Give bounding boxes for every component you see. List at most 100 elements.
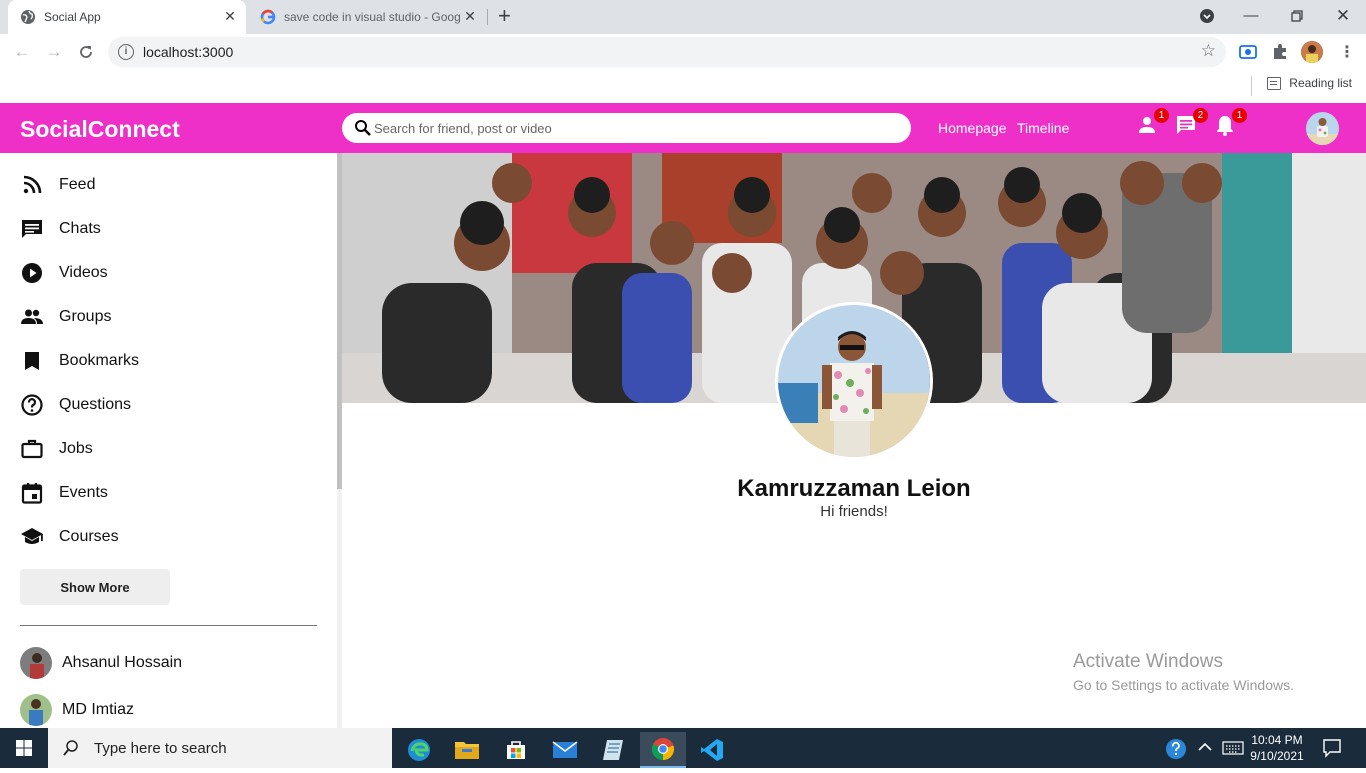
sidebar-item-events[interactable]: Events xyxy=(20,479,108,507)
briefcase-icon xyxy=(21,439,43,459)
tab-title: Social App xyxy=(44,10,101,24)
vscode-app-icon[interactable] xyxy=(689,732,735,768)
search-icon xyxy=(63,740,78,756)
rss-feed-icon xyxy=(23,175,42,194)
sidebar-item-courses[interactable]: Courses xyxy=(20,523,119,551)
sidebar-item-videos[interactable]: Videos xyxy=(20,259,108,287)
tab-title: save code in visual studio - Goog xyxy=(284,10,460,24)
reading-list-icon xyxy=(1267,76,1282,90)
tab-google-search[interactable]: save code in visual studio - Goog ✕ xyxy=(250,0,486,34)
app-logo[interactable]: SocialConnect xyxy=(20,116,180,143)
tab-search-button[interactable] xyxy=(1193,4,1221,28)
bookmark-divider xyxy=(1251,76,1252,96)
sidebar-item-groups[interactable]: Groups xyxy=(20,303,111,331)
show-hidden-icons[interactable] xyxy=(1198,740,1212,755)
clock-time: 10:04 PM xyxy=(1251,733,1303,747)
user-avatar[interactable] xyxy=(1306,112,1339,145)
notifications-button[interactable]: 1 xyxy=(1213,108,1247,139)
calendar-icon xyxy=(21,483,43,504)
microsoft-store-icon[interactable] xyxy=(493,732,539,768)
chevron-down-circle-icon xyxy=(1200,9,1214,23)
sidebar-item-label: Groups xyxy=(59,308,112,325)
activate-windows-watermark: Activate Windows Go to Settings to activ… xyxy=(1073,651,1294,693)
sidebar-item-label: Videos xyxy=(59,264,108,281)
sidebar-item-label: Questions xyxy=(59,396,132,413)
taskbar-search[interactable]: Type here to search xyxy=(48,728,392,768)
friend-requests-badge: 1 xyxy=(1154,108,1169,123)
friend-avatar xyxy=(20,647,52,679)
start-button[interactable] xyxy=(0,728,48,768)
sidebar-item-label: Feed xyxy=(59,176,96,193)
reading-list-label: Reading list xyxy=(1289,76,1352,90)
close-window-button[interactable]: ✕ xyxy=(1329,4,1357,28)
url-text[interactable]: localhost:3000 xyxy=(143,44,233,60)
show-more-button[interactable]: Show More xyxy=(20,569,170,605)
homepage-link[interactable]: Homepage xyxy=(938,120,1007,136)
sidebar-item-bookmarks[interactable]: Bookmarks xyxy=(20,347,139,375)
minimize-button[interactable]: — xyxy=(1237,4,1265,28)
sidebar-item-chats[interactable]: Chats xyxy=(20,215,101,243)
chrome-app-icon[interactable] xyxy=(640,732,686,768)
mail-app-icon[interactable] xyxy=(542,732,588,768)
browser-tab-strip: Social App ✕ save code in visual studio … xyxy=(0,0,1366,34)
windows-logo-icon xyxy=(16,740,32,756)
reload-button[interactable] xyxy=(74,40,98,64)
notes-app-icon[interactable] xyxy=(590,732,636,768)
watermark-subtitle: Go to Settings to activate Windows. xyxy=(1073,677,1294,693)
school-icon xyxy=(21,528,43,544)
forward-button[interactable]: → xyxy=(42,40,66,64)
tab-separator xyxy=(487,9,488,25)
browser-menu-icon[interactable]: ⋮ xyxy=(1339,42,1355,62)
address-bar[interactable]: i localhost:3000 ☆ xyxy=(108,37,1226,67)
keyboard-icon[interactable] xyxy=(1222,741,1244,760)
sidebar-item-jobs[interactable]: Jobs xyxy=(20,435,93,463)
site-info-icon[interactable]: i xyxy=(118,44,134,60)
windows-taskbar: Type here to search 10:04 PM 9/10/2021 xyxy=(0,728,1366,768)
friend-name: Ahsanul Hossain xyxy=(62,654,183,671)
edge-app-icon[interactable] xyxy=(396,732,442,768)
sidebar: Feed Chats Videos Groups Bookmarks Quest… xyxy=(0,153,337,728)
sidebar-item-label: Courses xyxy=(59,528,119,545)
search-input[interactable] xyxy=(374,118,894,138)
bookmark-icon xyxy=(25,352,39,370)
tab-social-app[interactable]: Social App ✕ xyxy=(8,0,246,34)
timeline-link[interactable]: Timeline xyxy=(1017,120,1069,136)
taskbar-clock[interactable]: 10:04 PM 9/10/2021 xyxy=(1246,732,1308,764)
friend-item[interactable]: Ahsanul Hossain xyxy=(20,647,182,679)
sidebar-item-label: Chats xyxy=(59,220,101,237)
profile-picture[interactable] xyxy=(775,302,933,460)
profile-avatar-icon[interactable] xyxy=(1301,41,1323,63)
reading-list-button[interactable]: Reading list xyxy=(1267,76,1352,90)
clock-date: 9/10/2021 xyxy=(1250,749,1304,763)
close-tab-icon[interactable]: ✕ xyxy=(462,8,478,24)
sidebar-item-label: Jobs xyxy=(59,440,93,457)
profile-description: Hi friends! xyxy=(820,503,888,520)
profile-main: Kamruzzaman Leion Hi friends! Activate W… xyxy=(342,153,1366,728)
reload-icon xyxy=(80,46,92,58)
extensions-puzzle-icon[interactable] xyxy=(1271,43,1289,66)
file-explorer-icon[interactable] xyxy=(444,732,490,768)
screencast-extension-icon[interactable] xyxy=(1239,44,1257,65)
help-circle-icon xyxy=(21,394,43,416)
friend-item[interactable]: MD Imtiaz xyxy=(20,694,134,726)
search-bar[interactable] xyxy=(342,113,911,143)
watermark-title: Activate Windows xyxy=(1073,651,1223,672)
notifications-center-icon[interactable] xyxy=(1322,738,1342,763)
search-icon xyxy=(355,120,371,136)
sidebar-item-label: Bookmarks xyxy=(59,352,140,369)
back-button[interactable]: ← xyxy=(10,40,34,64)
help-icon[interactable] xyxy=(1165,738,1187,765)
sidebar-item-questions[interactable]: Questions xyxy=(20,391,131,419)
restore-button[interactable] xyxy=(1283,4,1311,28)
sidebar-item-label: Events xyxy=(59,484,108,501)
app-topbar: SocialConnect Homepage Timeline 1 2 1 xyxy=(0,103,1366,153)
close-tab-icon[interactable]: ✕ xyxy=(222,8,238,24)
friend-name: MD Imtiaz xyxy=(62,701,134,718)
friend-requests-button[interactable]: 1 xyxy=(1135,108,1169,139)
restore-icon xyxy=(1291,10,1303,22)
sidebar-item-feed[interactable]: Feed xyxy=(20,171,95,199)
messages-badge: 2 xyxy=(1193,108,1208,123)
messages-button[interactable]: 2 xyxy=(1174,108,1208,139)
bookmark-star-icon[interactable]: ☆ xyxy=(1201,41,1216,61)
new-tab-button[interactable]: + xyxy=(498,5,511,27)
